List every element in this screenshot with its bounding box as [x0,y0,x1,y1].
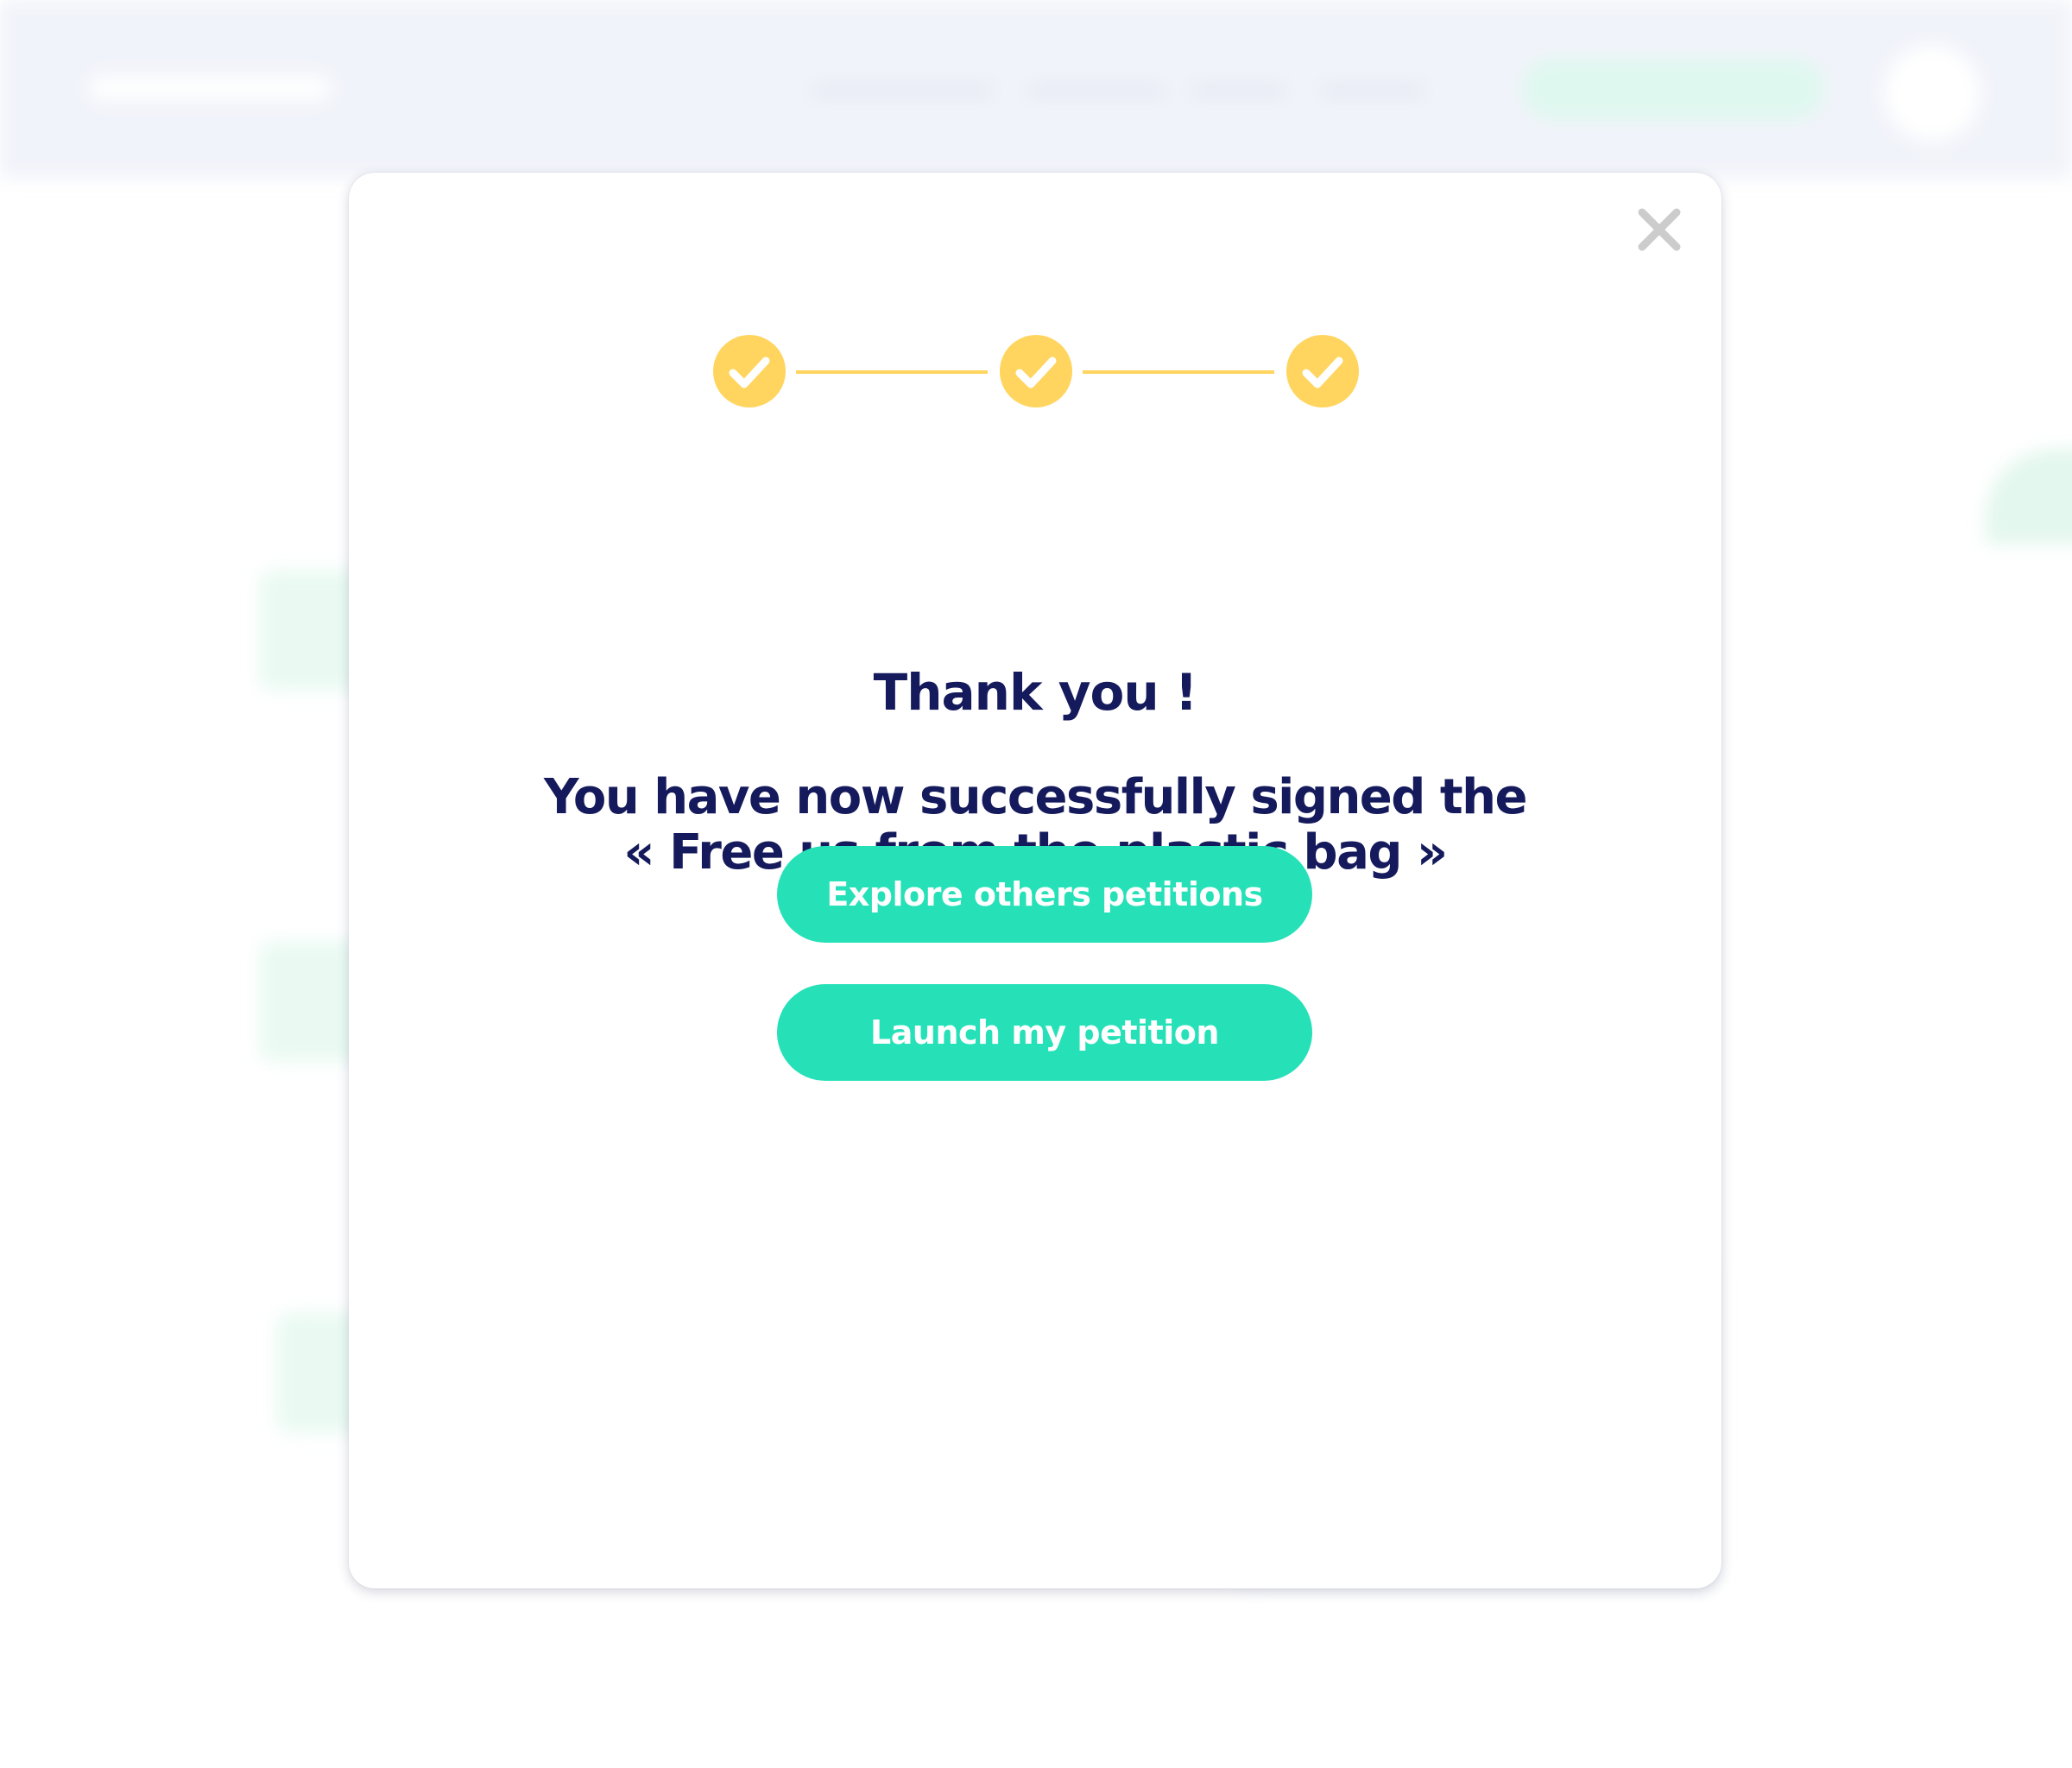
nav-item [1191,85,1286,97]
step-2-complete [1000,335,1072,407]
modal-title: Thank you ! [873,663,1198,722]
avatar [1884,45,1980,142]
check-circle-icon [1000,335,1072,407]
explore-petitions-button[interactable]: Explore others petitions [777,846,1312,943]
check-circle-icon [713,335,786,407]
progress-stepper [713,335,1359,411]
check-circle-icon [1286,335,1359,407]
header-cta-button [1521,58,1825,120]
close-button[interactable] [1633,204,1685,256]
logo [89,76,331,100]
nav-item [812,85,993,97]
step-connector [796,370,988,374]
nav-item [1027,85,1166,97]
header-bar [0,0,2072,178]
launch-petition-button[interactable]: Launch my petition [777,984,1312,1081]
step-connector [1083,370,1274,374]
background-shape [1986,449,2072,544]
nav-item [1321,85,1424,97]
message-line-1: You have now successfully signed the [544,769,1527,825]
step-1-complete [713,335,786,407]
close-icon [1638,208,1681,251]
step-3-complete [1286,335,1359,407]
petition-signed-modal: Thank you ! You have now successfully si… [349,173,1721,1588]
